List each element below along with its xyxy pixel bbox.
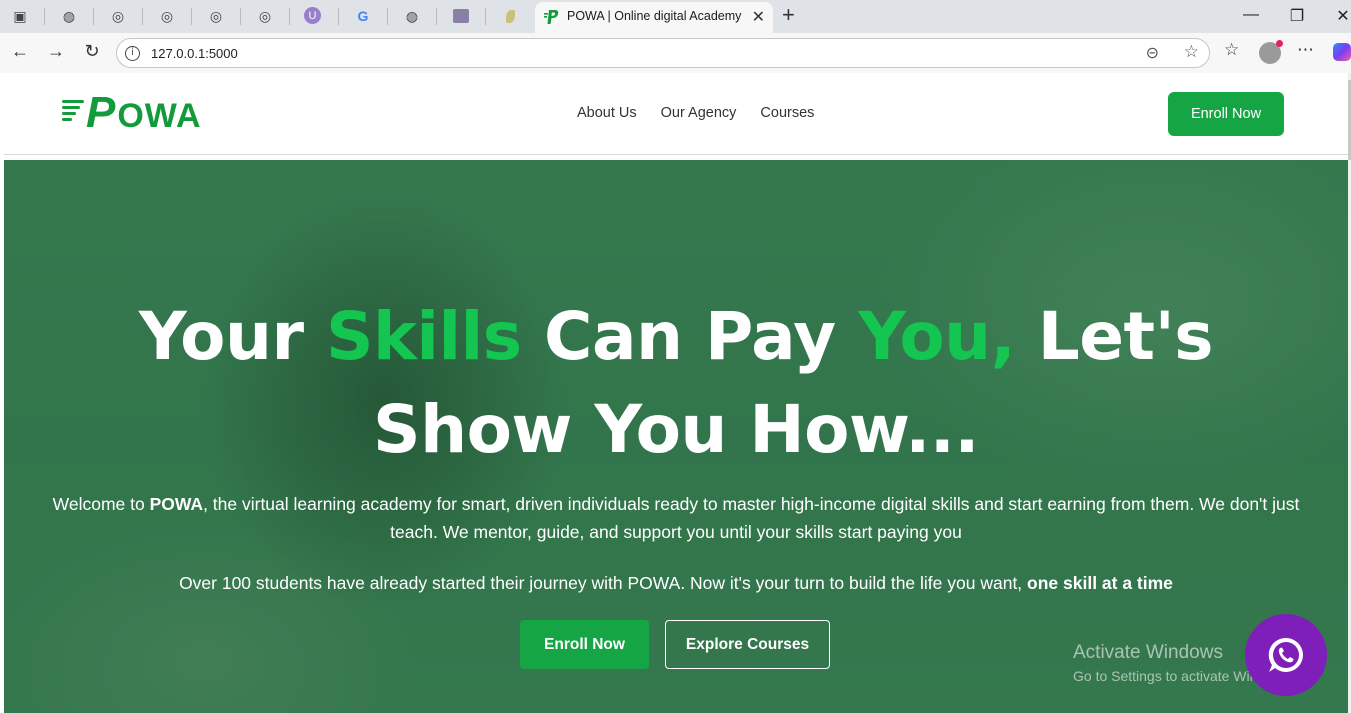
tab-separator: [44, 8, 45, 25]
whatsapp-icon: [1268, 637, 1303, 672]
tab-separator: [191, 8, 192, 25]
active-tab[interactable]: POWA | Online digital Academy ✕: [535, 2, 773, 33]
url-text[interactable]: 127.0.0.1:5000: [151, 46, 238, 61]
tab-separator: [142, 8, 143, 25]
title-part: Your: [138, 298, 326, 375]
logo-letter: P: [86, 88, 116, 137]
logo-mark: P: [62, 88, 116, 137]
tab-purple-u-icon[interactable]: U: [304, 7, 321, 24]
tab-separator: [338, 8, 339, 25]
tab-site-thumbnail-icon[interactable]: [451, 6, 471, 26]
restore-icon[interactable]: ❐: [1287, 6, 1307, 26]
journey-emphasis: one skill at a time: [1027, 573, 1173, 593]
favorites-icon[interactable]: ☆: [1224, 40, 1239, 60]
nav-link-about-us[interactable]: About Us: [577, 105, 637, 121]
whatsapp-chat-button[interactable]: [1245, 614, 1327, 696]
nav-link-our-agency[interactable]: Our Agency: [661, 105, 737, 121]
sidebar-toggle-icon[interactable]: ▣: [10, 6, 30, 26]
window-close-icon[interactable]: ✕: [1333, 6, 1351, 26]
copilot-icon[interactable]: [1333, 43, 1351, 61]
tab-close-icon[interactable]: ✕: [752, 7, 765, 27]
tab-globe-icon[interactable]: ◎: [206, 6, 226, 26]
tab-separator: [436, 8, 437, 25]
tab-github-icon[interactable]: ◍: [59, 6, 79, 26]
profile-avatar[interactable]: [1259, 40, 1283, 64]
tab-globe-icon[interactable]: ◎: [255, 6, 275, 26]
tab-globe-icon[interactable]: ◎: [108, 6, 128, 26]
tab-separator: [93, 8, 94, 25]
powa-p-icon: [544, 10, 559, 24]
nav-link-courses[interactable]: Courses: [760, 105, 814, 121]
speed-lines-icon: [62, 100, 88, 124]
title-part: Can Pay: [521, 298, 859, 375]
reload-icon[interactable]: ↻: [80, 41, 104, 62]
tab-globe-icon[interactable]: ◎: [157, 6, 177, 26]
journey-text: Over 100 students have already started t…: [179, 573, 1028, 593]
tab-separator: [240, 8, 241, 25]
intro-text-end: , the virtual learning academy for smart…: [203, 494, 1300, 542]
minimize-icon[interactable]: —: [1241, 6, 1261, 24]
hero-enroll-button[interactable]: Enroll Now: [520, 620, 649, 669]
browser-toolbar: ← → ↻ i 127.0.0.1:5000 ⊝ ☆ ☆ ⋯: [0, 33, 1351, 73]
site-info-icon[interactable]: i: [125, 46, 140, 61]
reading-mode-icon[interactable]: ⊝: [1146, 43, 1159, 63]
tab-separator: [289, 8, 290, 25]
tab-google-icon[interactable]: G: [353, 6, 373, 26]
explore-courses-button[interactable]: Explore Courses: [665, 620, 830, 669]
new-tab-button[interactable]: +: [782, 4, 795, 26]
tab-separator: [387, 8, 388, 25]
tab-separator: [485, 8, 486, 25]
powa-logo[interactable]: P OWA: [62, 88, 202, 137]
hero-title: Your Skills Can Pay You, Let's Show You …: [76, 290, 1276, 476]
forward-icon[interactable]: →: [44, 41, 68, 62]
site-header: P OWA About Us Our Agency Courses Enroll…: [4, 73, 1348, 155]
title-highlight-skills: Skills: [325, 298, 522, 375]
web-page: P OWA About Us Our Agency Courses Enroll…: [4, 73, 1348, 713]
hero-section: Your Skills Can Pay You, Let's Show You …: [4, 160, 1348, 713]
hero-intro-text: Welcome to POWA, the virtual learning ac…: [34, 490, 1318, 546]
tab-github-icon[interactable]: ◍: [402, 6, 422, 26]
hero-journey-text: Over 100 students have already started t…: [34, 569, 1318, 597]
more-menu-icon[interactable]: ⋯: [1297, 40, 1314, 60]
intro-text-start: Welcome to: [52, 494, 150, 514]
browser-tab-strip: ▣ ◍ ◎ ◎ ◎ ◎ U G ◍ POWA | Online digital …: [0, 0, 1351, 33]
header-enroll-button[interactable]: Enroll Now: [1168, 92, 1284, 136]
intro-brand: POWA: [149, 494, 204, 514]
title-highlight-you: You,: [858, 298, 1016, 375]
logo-text: OWA: [117, 96, 202, 135]
favorite-star-icon[interactable]: ☆: [1184, 42, 1199, 62]
address-bar[interactable]: i 127.0.0.1:5000 ⊝ ☆: [116, 38, 1210, 68]
main-nav: About Us Our Agency Courses: [577, 105, 814, 121]
tab-leaf-icon[interactable]: [500, 6, 520, 26]
back-icon[interactable]: ←: [8, 41, 32, 62]
active-tab-title: POWA | Online digital Academy: [567, 9, 742, 23]
